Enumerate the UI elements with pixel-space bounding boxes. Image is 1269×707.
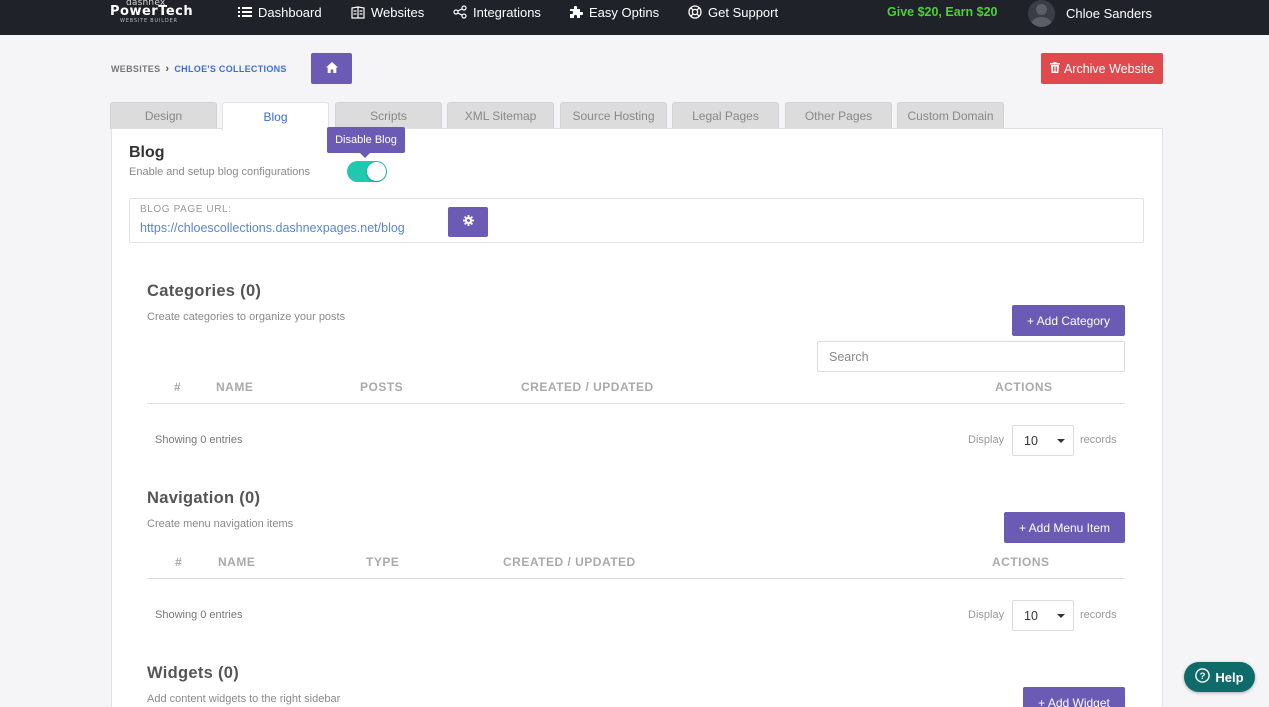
categories-title: Categories (0) xyxy=(147,282,262,300)
top-navbar: dashnex PowerTech WEBSITE BUILDER Dashbo… xyxy=(0,0,1269,35)
tab-design[interactable]: Design xyxy=(110,102,217,129)
question-circle-icon: ? xyxy=(1195,668,1211,686)
nav-integrations[interactable]: Integrations xyxy=(453,3,541,21)
gear-icon xyxy=(462,213,474,231)
tab-blog[interactable]: Blog xyxy=(222,102,329,130)
navigation-display-label: Display xyxy=(968,609,1005,621)
breadcrumb-websites[interactable]: WEBSITES xyxy=(111,64,160,74)
referral-promo-link[interactable]: Give $20, Earn $20 xyxy=(887,3,998,21)
categories-subtitle: Create categories to organize your posts xyxy=(147,311,346,323)
tab-legal-pages[interactable]: Legal Pages xyxy=(672,102,779,129)
logo-main-text: PowerTech xyxy=(110,4,194,19)
book-icon xyxy=(351,5,365,19)
categories-page-size-value: 10 xyxy=(1024,433,1038,448)
user-name: Chloe Sanders xyxy=(1066,5,1152,21)
breadcrumb-separator-icon: › xyxy=(165,63,170,75)
archive-website-button[interactable]: Archive Website xyxy=(1041,53,1163,84)
navigation-title: Navigation (0) xyxy=(147,489,261,507)
nav-websites[interactable]: Websites xyxy=(351,3,424,21)
navigation-subtitle: Create menu navigation items xyxy=(147,518,294,530)
tab-scripts[interactable]: Scripts xyxy=(335,102,442,129)
home-button[interactable] xyxy=(311,53,352,84)
nav-dashboard[interactable]: Dashboard xyxy=(238,3,322,21)
nav-easy-optins[interactable]: Easy Optins xyxy=(569,3,659,21)
blog-enabled-toggle[interactable] xyxy=(347,161,387,182)
tab-custom-domain[interactable]: Custom Domain xyxy=(897,102,1004,129)
navigation-records-label: records xyxy=(1080,609,1117,621)
navigation-col-name[interactable]: NAME xyxy=(218,555,255,569)
navigation-col-actions: ACTIONS xyxy=(992,555,1050,569)
logo[interactable]: dashnex PowerTech WEBSITE BUILDER xyxy=(110,0,194,26)
navigation-page-size-value: 10 xyxy=(1024,608,1038,623)
svg-text:?: ? xyxy=(1200,671,1206,682)
caret-down-icon xyxy=(1057,614,1065,618)
logo-sub-text: WEBSITE BUILDER xyxy=(120,18,178,24)
nav-websites-label: Websites xyxy=(371,4,425,20)
widgets-title: Widgets (0) xyxy=(147,664,240,682)
nav-easy-optins-label: Easy Optins xyxy=(589,4,660,20)
blog-section-subtitle: Enable and setup blog configurations xyxy=(129,166,311,178)
add-widget-button[interactable]: + Add Widget xyxy=(1023,687,1125,707)
breadcrumb-current[interactable]: CHLOE'S COLLECTIONS xyxy=(174,64,286,74)
nav-get-support[interactable]: Get Support xyxy=(688,3,778,21)
blog-url-box: BLOG PAGE URL: https://chloescollections… xyxy=(129,198,1144,243)
categories-col-created[interactable]: CREATED / UPDATED xyxy=(521,380,654,394)
trash-icon xyxy=(1049,61,1060,76)
categories-records-label: records xyxy=(1080,434,1117,446)
navigation-col-type[interactable]: TYPE xyxy=(366,555,399,569)
nav-get-support-label: Get Support xyxy=(708,4,779,20)
puzzle-icon xyxy=(569,5,583,19)
navigation-col-number[interactable]: # xyxy=(175,555,182,569)
categories-entries-count: Showing 0 entries xyxy=(155,434,243,446)
blog-url-link[interactable]: https://chloescollections.dashnexpages.n… xyxy=(140,221,405,235)
navigation-col-created[interactable]: CREATED / UPDATED xyxy=(503,555,636,569)
disable-blog-tooltip: Disable Blog xyxy=(327,127,405,158)
user-menu[interactable]: Chloe Sanders xyxy=(1028,0,1152,27)
divider xyxy=(147,403,1125,404)
blog-section-title: Blog xyxy=(129,144,165,161)
nav-dashboard-label: Dashboard xyxy=(258,4,322,20)
blog-url-settings-button[interactable] xyxy=(448,207,488,237)
navigation-page-size-select[interactable]: 10 xyxy=(1012,600,1074,631)
nav-integrations-label: Integrations xyxy=(473,4,541,20)
add-menu-item-button[interactable]: + Add Menu Item xyxy=(1004,512,1125,543)
archive-website-label: Archive Website xyxy=(1063,61,1155,76)
categories-col-name[interactable]: NAME xyxy=(216,380,253,394)
avatar xyxy=(1028,0,1055,27)
caret-down-icon xyxy=(1057,439,1065,443)
blog-url-label: BLOG PAGE URL: xyxy=(140,204,232,215)
tab-source-hosting[interactable]: Source Hosting xyxy=(560,102,667,129)
divider xyxy=(147,578,1125,579)
tab-other-pages[interactable]: Other Pages xyxy=(785,102,892,129)
categories-col-actions: ACTIONS xyxy=(995,380,1053,394)
lifebuoy-icon xyxy=(688,5,702,19)
categories-page-size-select[interactable]: 10 xyxy=(1012,425,1074,456)
share-icon xyxy=(453,5,467,19)
categories-col-number[interactable]: # xyxy=(174,380,181,394)
categories-col-posts[interactable]: POSTS xyxy=(360,380,403,394)
help-label: Help xyxy=(1215,669,1244,685)
help-button[interactable]: ? Help xyxy=(1184,662,1255,692)
navigation-entries-count: Showing 0 entries xyxy=(155,609,243,621)
tab-xml-sitemap[interactable]: XML Sitemap xyxy=(447,102,554,129)
list-icon xyxy=(238,6,252,18)
home-icon xyxy=(325,60,338,78)
widgets-subtitle: Add content widgets to the right sidebar xyxy=(147,693,341,705)
categories-search-input[interactable] xyxy=(817,341,1125,372)
breadcrumb: WEBSITES › CHLOE'S COLLECTIONS xyxy=(111,63,287,75)
add-category-button[interactable]: + Add Category xyxy=(1012,305,1125,336)
categories-display-label: Display xyxy=(968,434,1005,446)
